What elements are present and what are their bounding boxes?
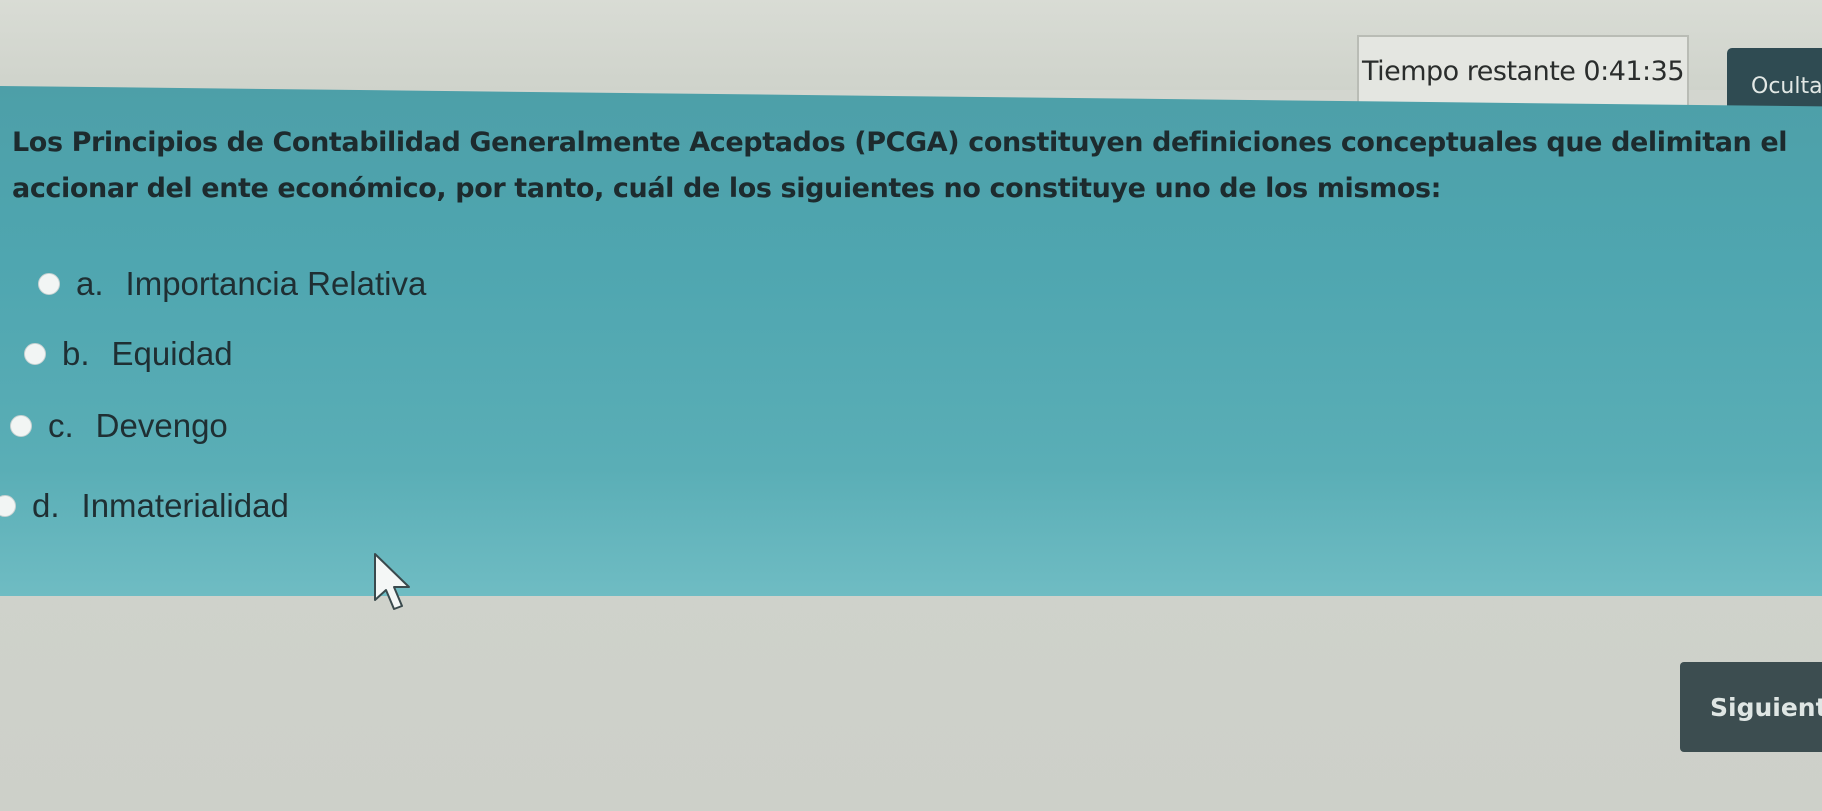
option-a-label: Importancia Relativa: [125, 265, 427, 302]
timer-box: Tiempo restante 0:41:35: [1357, 35, 1689, 107]
option-c-radio[interactable]: [10, 415, 32, 437]
mouse-cursor-icon: [374, 553, 410, 610]
option-b-radio[interactable]: [24, 343, 46, 365]
timer-label: Tiempo restante: [1361, 55, 1576, 87]
option-d-label: Inmaterialidad: [81, 487, 289, 524]
option-b-letter: b.: [62, 335, 90, 372]
option-d[interactable]: d. Inmaterialidad: [0, 487, 289, 525]
option-a-letter: a.: [76, 265, 104, 302]
option-b[interactable]: b. Equidad: [24, 335, 233, 373]
next-button[interactable]: Siguient: [1680, 662, 1822, 752]
question-text: Los Principios de Contabilidad Generalme…: [12, 127, 1788, 204]
option-a-radio[interactable]: [38, 273, 60, 295]
option-a[interactable]: a. Importancia Relativa: [38, 265, 426, 303]
option-b-label: Equidad: [111, 335, 233, 372]
option-d-radio[interactable]: [0, 495, 16, 517]
option-c-label: Devengo: [95, 407, 228, 444]
timer-value: 0:41:35: [1583, 55, 1685, 87]
option-d-letter: d.: [32, 487, 60, 524]
option-c-letter: c.: [48, 407, 74, 444]
option-c[interactable]: c. Devengo: [10, 407, 228, 445]
